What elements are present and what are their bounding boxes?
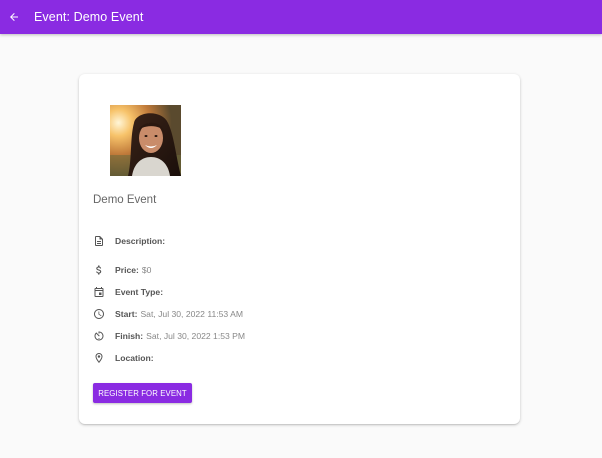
finish-row: Finish: Sat, Jul 30, 2022 1:53 PM — [93, 329, 245, 343]
price-row: Price: $0 — [93, 263, 151, 277]
price-value: $0 — [141, 265, 152, 275]
document-icon — [93, 235, 105, 247]
finish-label: Finish: — [115, 331, 144, 341]
start-value: Sat, Jul 30, 2022 11:53 AM — [140, 309, 244, 319]
page-title: Event: Demo Event — [34, 10, 144, 24]
event-type-label: Event Type: — [115, 287, 164, 297]
finish-value: Sat, Jul 30, 2022 1:53 PM — [146, 331, 246, 341]
dollar-icon — [93, 264, 105, 276]
arrow-left-icon — [10, 13, 18, 21]
start-row: Start: Sat, Jul 30, 2022 11:53 AM — [93, 307, 243, 321]
price-label: Price: — [115, 265, 139, 275]
start-label: Start: — [115, 309, 138, 319]
event-type-row: Event Type: — [93, 285, 166, 299]
timer-icon — [93, 330, 105, 342]
app-bar: Event: Demo Event — [0, 0, 602, 34]
location-pin-icon — [93, 352, 105, 364]
location-label: Location: — [115, 353, 154, 363]
register-for-event-button[interactable]: REGISTER FOR EVENT — [93, 383, 192, 403]
event-name: Demo Event — [93, 194, 157, 206]
location-row: Location: — [93, 351, 157, 365]
event-card: Demo Event Description: Price: $0 Event … — [79, 74, 520, 424]
description-label: Description: — [115, 236, 166, 246]
portrait-image — [110, 105, 181, 176]
description-row: Description: — [93, 234, 168, 248]
event-photo — [110, 105, 181, 176]
calendar-icon — [93, 286, 105, 298]
back-button[interactable] — [7, 10, 21, 24]
clock-icon — [93, 308, 105, 320]
